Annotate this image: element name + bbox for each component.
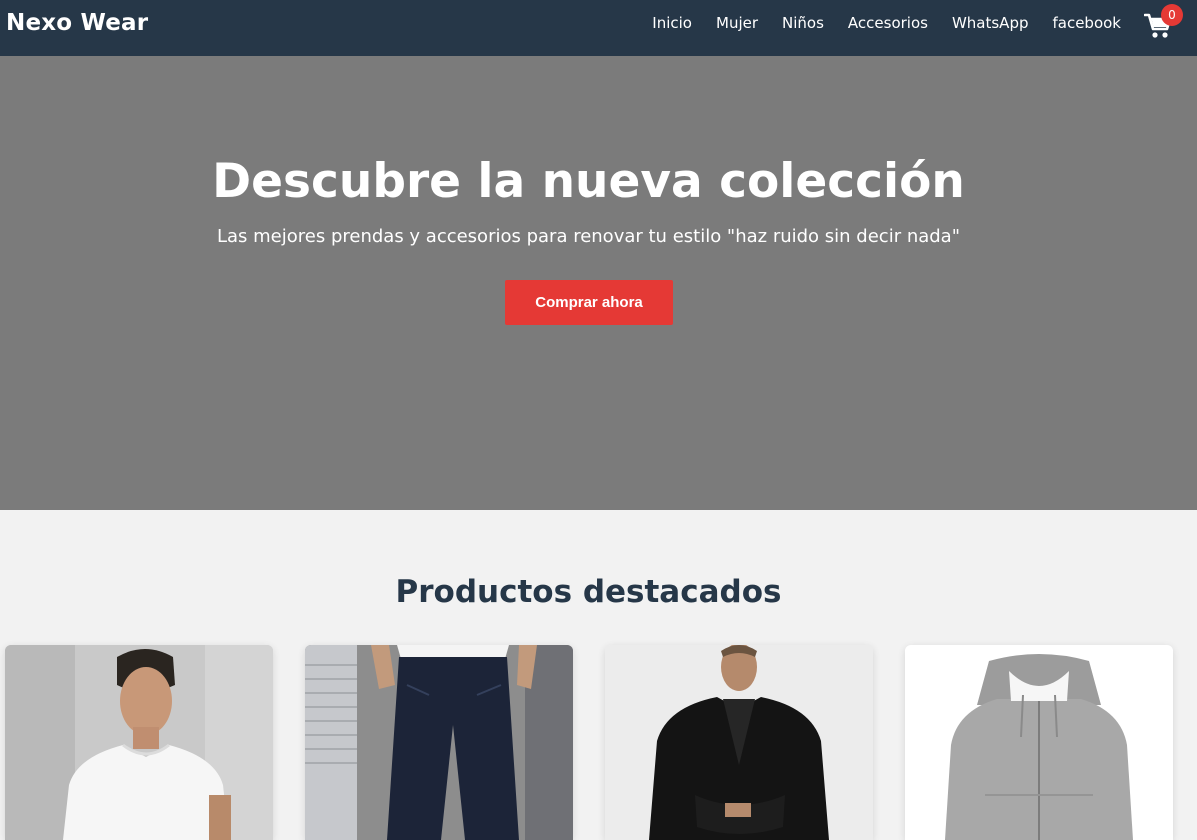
nav-link-facebook[interactable]: facebook [1052,14,1121,32]
product-card[interactable] [605,645,873,840]
nav-link-mujer[interactable]: Mujer [716,14,758,32]
black-blazer-photo [605,645,873,840]
product-card[interactable] [5,645,273,840]
dark-jeans-photo [305,645,573,840]
grey-hoodie-photo [905,645,1173,840]
brand-logo[interactable]: Nexo Wear [6,10,148,36]
product-card[interactable] [905,645,1173,840]
cart-count-badge: 0 [1161,4,1183,26]
nav-link-whatsapp[interactable]: WhatsApp [952,14,1029,32]
cart-button[interactable]: 0 [1143,4,1183,41]
product-card[interactable] [305,645,573,840]
featured-products-title: Productos destacados [395,574,782,610]
nav-link-accesorios[interactable]: Accesorios [848,14,928,32]
hero-banner: Descubre la nueva colección Las mejores … [0,56,1197,510]
nav-link-ninos[interactable]: Niños [782,14,824,32]
shop-now-button[interactable]: Comprar ahora [505,280,673,325]
hero-subtitle: Las mejores prendas y accesorios para re… [216,226,960,247]
nav-links: Inicio Mujer Niños Accesorios WhatsApp f… [652,14,1121,32]
hero-title: Descubre la nueva colección [212,154,965,209]
nav-link-inicio[interactable]: Inicio [652,14,692,32]
white-t-shirt-photo [5,645,273,840]
navbar: Nexo Wear Inicio Mujer Niños Accesorios … [0,0,1197,56]
